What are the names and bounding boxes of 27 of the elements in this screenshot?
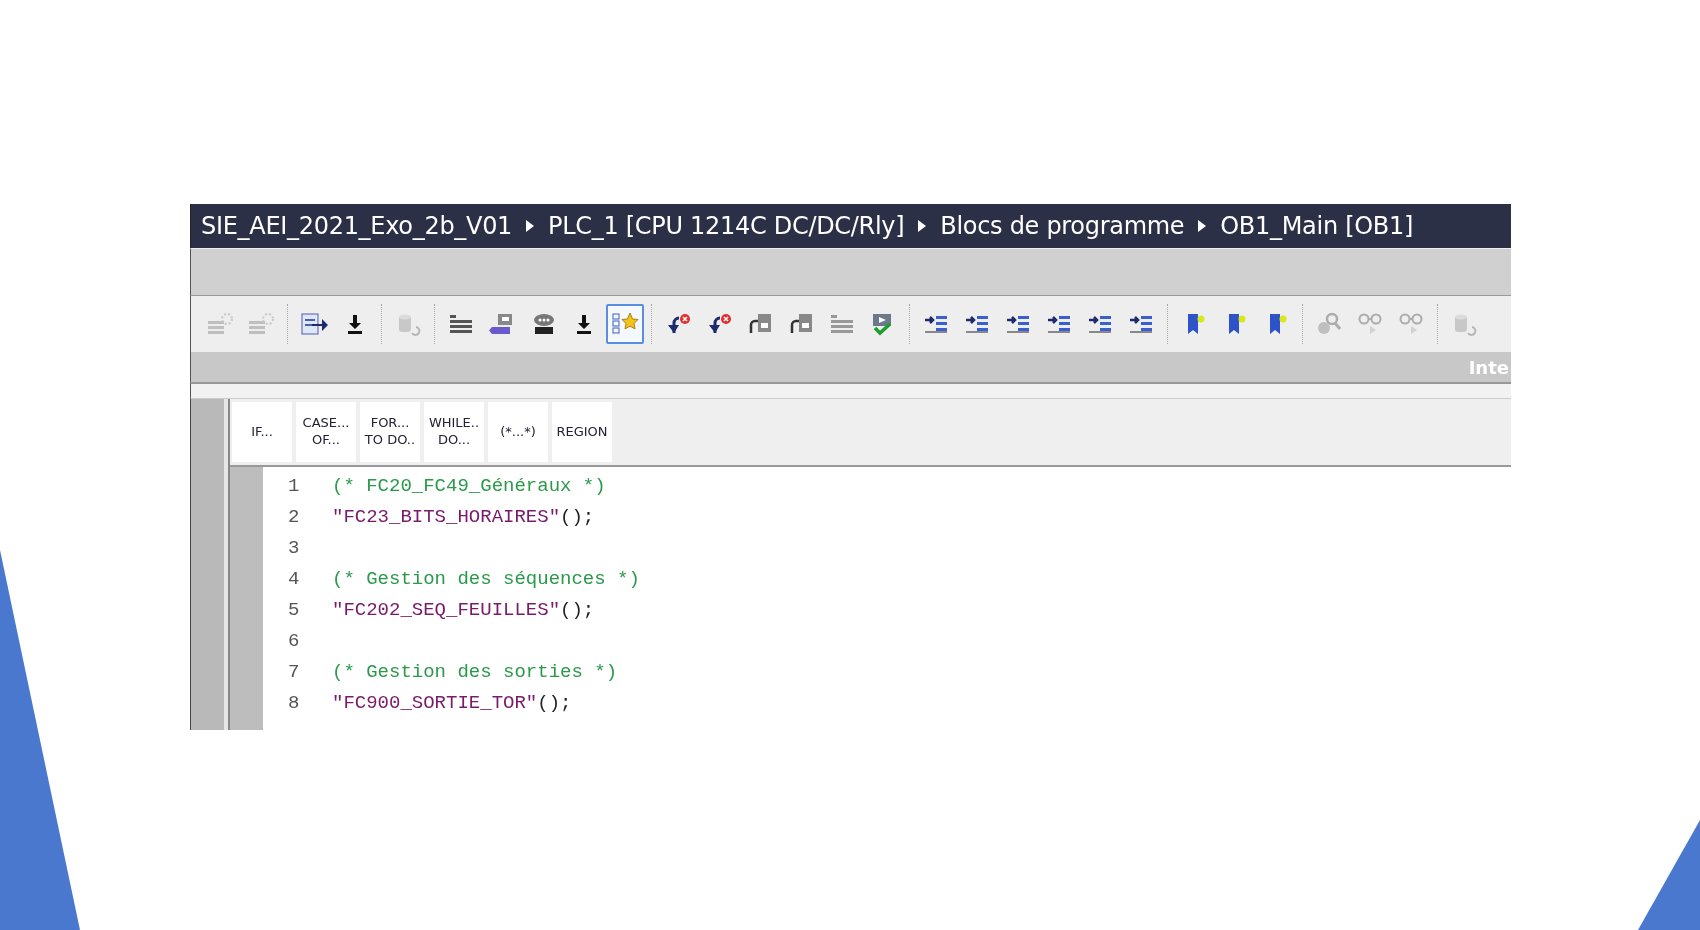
line-number: 4 <box>287 567 301 590</box>
code-line: "FC202_SEQ_FEUILLES"(); <box>332 598 595 621</box>
code-line: "FC900_SORTIE_TOR"(); <box>332 691 572 714</box>
breadcrumb-item[interactable]: PLC_1 [CPU 1214C DC/DC/Rly] <box>548 212 905 240</box>
line-number: 6 <box>287 629 301 652</box>
line-number: 1 <box>287 474 301 497</box>
snippet-button[interactable]: REGION <box>552 402 612 462</box>
chevron-right-icon <box>526 220 535 232</box>
snippet-button[interactable]: (*...*) <box>488 402 548 462</box>
line-number: 7 <box>287 660 301 683</box>
breadcrumb-item[interactable]: SIE_AEI_2021_Exo_2b_V01 <box>201 212 513 240</box>
line-number: 8 <box>287 691 301 714</box>
chevron-right-icon <box>1198 220 1207 232</box>
breadcrumb-item[interactable]: Blocs de programme <box>940 212 1185 240</box>
line-number: 2 <box>287 505 301 528</box>
snippet-button[interactable]: CASE... OF... <box>296 402 356 462</box>
code-comment: (* FC20_FC49_Généraux *) <box>332 474 606 497</box>
code-line: "FC23_BITS_HORAIRES"(); <box>332 505 595 528</box>
line-number: 5 <box>287 598 301 621</box>
snippet-button[interactable]: WHILE.. DO... <box>424 402 484 462</box>
chevron-right-icon <box>918 220 927 232</box>
line-number: 3 <box>287 536 301 559</box>
code-comment: (* Gestion des sorties *) <box>332 660 618 683</box>
snippet-button[interactable]: FOR... TO DO.. <box>360 402 420 462</box>
breadcrumb-item[interactable]: OB1_Main [OB1] <box>1220 212 1413 240</box>
snippet-button[interactable]: IF... <box>232 402 292 462</box>
code-comment: (* Gestion des séquences *) <box>332 567 640 590</box>
